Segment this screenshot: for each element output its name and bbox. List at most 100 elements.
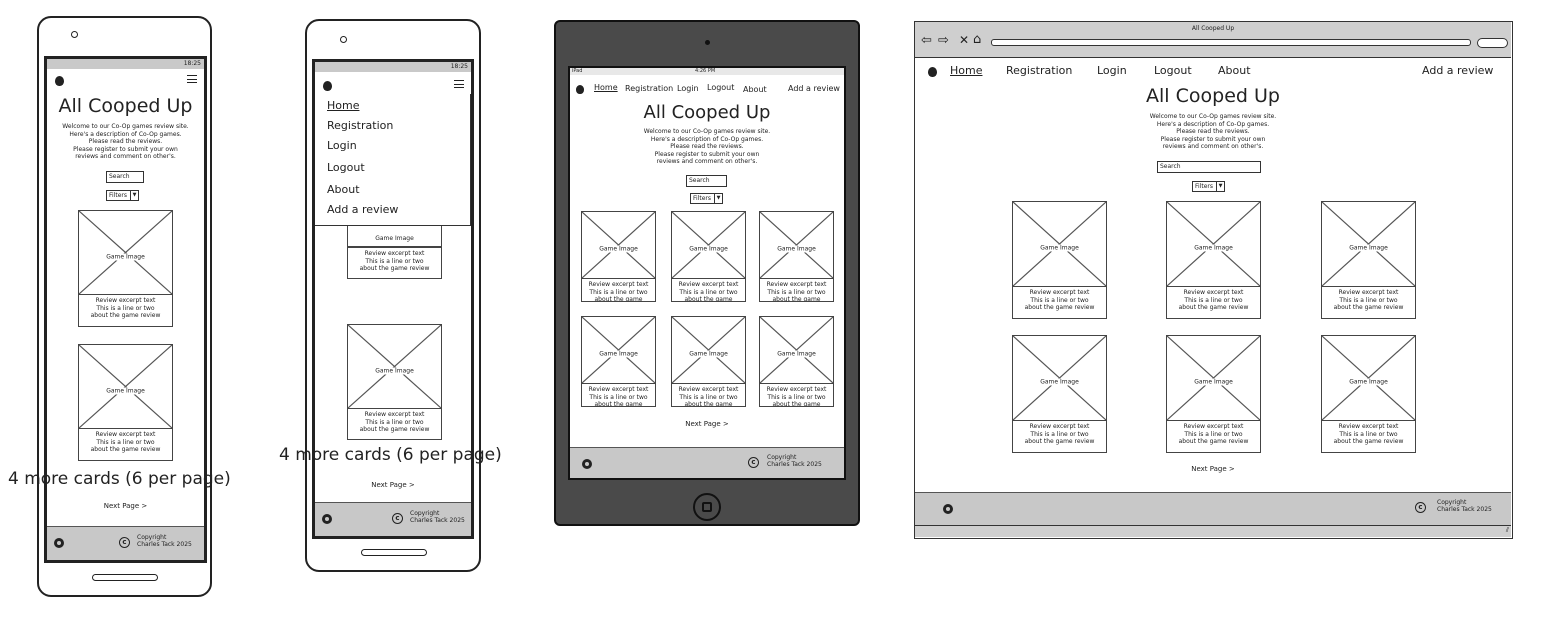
copyright-icon: c <box>119 537 130 548</box>
review-excerpt: Review excerpt text This is a line or two… <box>671 383 746 407</box>
next-page-link[interactable]: Next Page > <box>315 481 471 489</box>
status-time: 4:26 PM <box>695 68 716 74</box>
chevron-right-icon: > <box>141 502 148 510</box>
tablet-home-button <box>693 493 721 521</box>
game-image: Game Image <box>759 211 834 279</box>
nav-logout[interactable]: Logout <box>707 83 734 92</box>
nav-dropdown-menu: Home Registration Login Logout About Add… <box>315 94 471 226</box>
status-time: 18:25 <box>450 63 468 70</box>
address-bar[interactable] <box>991 39 1471 46</box>
nav-home[interactable]: Home <box>327 99 359 112</box>
game-image: Game Image <box>1012 335 1107 421</box>
chevron-right-icon: > <box>722 420 729 428</box>
phone-home-bar <box>361 549 427 556</box>
phone-mockup-1: 18:25 All Cooped Up Welcome to our Co-Op… <box>37 16 212 597</box>
copyright-text: Copyright Charles Tack 2025 <box>137 534 192 548</box>
nav-registration[interactable]: Registration <box>327 119 393 132</box>
footer: c Copyright Charles Tack 2025 <box>47 526 204 560</box>
copyright-text: Copyright Charles Tack 2025 <box>410 510 465 524</box>
intro-text: Welcome to our Co-Op games review site. H… <box>643 128 771 165</box>
review-excerpt: Review excerpt text This is a line or two… <box>581 383 656 407</box>
review-excerpt: Review excerpt text This is a line or two… <box>347 408 442 440</box>
game-image: Game Image <box>581 316 656 384</box>
footer: c Copyright Charles Tack 2025 <box>915 492 1511 525</box>
home-icon[interactable]: ⌂ <box>973 32 981 47</box>
filter-select[interactable]: Filters ▼ <box>1192 181 1225 192</box>
alien-logo-icon[interactable] <box>576 85 584 94</box>
review-excerpt: Review excerpt text This is a line or two… <box>1321 286 1416 319</box>
status-bar: iPad 4:26 PM <box>570 68 844 75</box>
review-excerpt: Review excerpt text This is a line or two… <box>759 383 834 407</box>
chevron-right-icon: > <box>408 481 415 489</box>
tablet-camera <box>705 40 710 45</box>
review-excerpt: Review excerpt text This is a line or two… <box>78 294 173 327</box>
alien-logo-icon[interactable] <box>55 76 64 86</box>
alien-logo-icon[interactable] <box>323 81 332 91</box>
page-title: All Cooped Up <box>643 102 771 123</box>
filter-select[interactable]: Filters ▼ <box>106 190 139 201</box>
chevron-right-icon: > <box>1228 465 1235 473</box>
close-icon[interactable]: ✕ <box>959 33 969 47</box>
hamburger-menu-icon[interactable] <box>454 80 464 88</box>
review-excerpt: Review excerpt text This is a line or two… <box>671 278 746 302</box>
game-image: Game Image <box>671 211 746 279</box>
game-image: Game Image <box>671 316 746 384</box>
next-page-link[interactable]: Next Page > <box>47 502 204 510</box>
game-image: Game Image <box>347 324 442 409</box>
nav-add-review[interactable]: Add a review <box>1422 64 1493 77</box>
resize-grip-icon[interactable]: ⫽ <box>1506 526 1509 535</box>
nav-registration[interactable]: Registration <box>625 84 673 93</box>
game-image: Game Image <box>581 211 656 279</box>
search-pill[interactable] <box>1477 38 1508 48</box>
nav-about[interactable]: About <box>743 85 767 94</box>
search-input[interactable]: Search <box>106 171 144 183</box>
next-page-link[interactable]: Next Page > <box>915 465 1511 473</box>
game-image: Game Image <box>1321 201 1416 287</box>
intro-text: Welcome to our Co-Op games review site. H… <box>62 123 189 160</box>
review-excerpt: Review excerpt text This is a line or two… <box>347 247 442 279</box>
nav-registration[interactable]: Registration <box>1006 64 1072 77</box>
nav-logout[interactable]: Logout <box>1154 64 1192 77</box>
github-icon[interactable] <box>943 504 953 514</box>
search-input[interactable]: Search <box>1157 161 1261 173</box>
nav-home[interactable]: Home <box>950 64 982 77</box>
annotation-more-cards: 4 more cards (6 per page) <box>279 445 502 465</box>
nav-login[interactable]: Login <box>327 139 357 152</box>
page-title: All Cooped Up <box>1146 85 1280 107</box>
nav-logout[interactable]: Logout <box>327 161 365 174</box>
github-icon[interactable] <box>54 538 64 548</box>
review-excerpt: Review excerpt text This is a line or two… <box>1166 420 1261 453</box>
review-excerpt: Review excerpt text This is a line or two… <box>1012 286 1107 319</box>
review-excerpt: Review excerpt text This is a line or two… <box>1321 420 1416 453</box>
github-icon[interactable] <box>322 514 332 524</box>
footer: c Copyright Charles Tack 2025 <box>315 502 471 536</box>
next-page-link[interactable]: Next Page > <box>570 420 844 428</box>
forward-arrow-icon[interactable]: ⇨ <box>938 33 949 48</box>
search-input[interactable]: Search <box>686 175 727 187</box>
status-carrier: iPad <box>572 68 583 74</box>
copyright-icon: c <box>748 457 759 468</box>
back-arrow-icon[interactable]: ⇦ <box>921 33 932 48</box>
nav-add-review[interactable]: Add a review <box>327 203 398 216</box>
phone-mockup-2: 18:25 Game Image Review excerpt text This… <box>305 19 481 572</box>
review-excerpt: Review excerpt text This is a line or two… <box>759 278 834 302</box>
game-image: Game Image <box>1166 335 1261 421</box>
nav-add-review[interactable]: Add a review <box>788 84 840 93</box>
review-excerpt: Review excerpt text This is a line or two… <box>1012 420 1107 453</box>
nav-login[interactable]: Login <box>1097 64 1127 77</box>
hamburger-menu-icon[interactable] <box>187 75 197 83</box>
game-image: Game Image <box>1012 201 1107 287</box>
browser-statusbar: ⫽ <box>915 525 1511 537</box>
status-bar: 18:25 <box>315 62 471 72</box>
tablet-screen: iPad 4:26 PM Home Registration Login Log… <box>568 66 846 480</box>
review-excerpt: Review excerpt text This is a line or two… <box>78 428 173 461</box>
nav-home[interactable]: Home <box>594 83 618 92</box>
phone-camera <box>340 36 347 43</box>
nav-about[interactable]: About <box>1218 64 1251 77</box>
nav-login[interactable]: Login <box>677 84 699 93</box>
nav-about[interactable]: About <box>327 183 360 196</box>
copyright-icon: c <box>1415 502 1426 513</box>
filter-select[interactable]: Filters ▼ <box>690 193 723 204</box>
alien-logo-icon[interactable] <box>928 67 937 77</box>
github-icon[interactable] <box>582 459 592 469</box>
